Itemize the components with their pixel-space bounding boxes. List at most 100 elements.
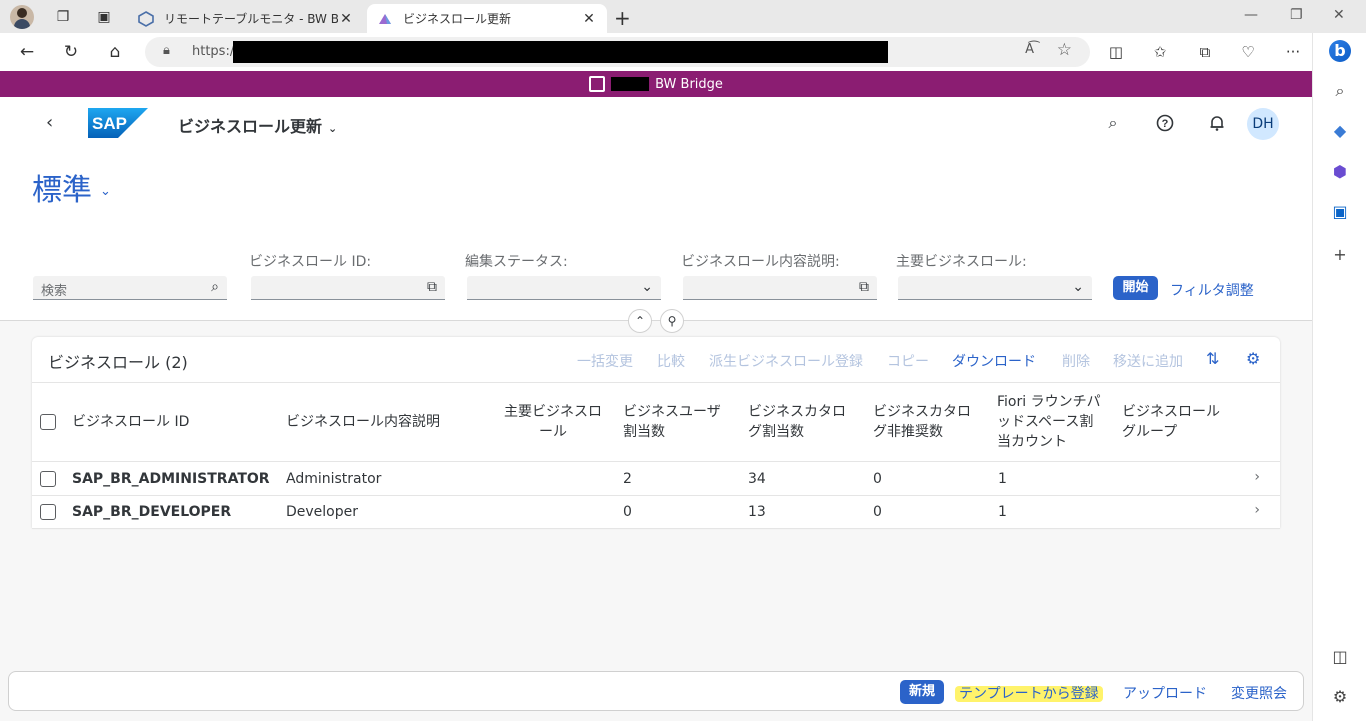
office-icon[interactable]: ⬢ bbox=[1329, 161, 1351, 183]
copy-button[interactable]: コピー bbox=[887, 351, 929, 371]
variant-selector[interactable]: 標準 ⌄ bbox=[32, 165, 111, 209]
back-arrow-icon[interactable]: ← bbox=[16, 41, 38, 63]
change-log-button[interactable]: 変更照会 bbox=[1231, 683, 1287, 703]
col-fiori-count-line: ッドスペース割 bbox=[997, 414, 1094, 430]
cell-role-id: SAP_BR_DEVELOPER bbox=[72, 504, 232, 520]
table-settings-gear-icon[interactable]: ⚙ bbox=[1246, 349, 1260, 368]
col-deprecated-count[interactable]: ビジネスカタロ グ非推奨数 bbox=[873, 402, 971, 442]
user-avatar[interactable]: DH bbox=[1247, 108, 1279, 140]
search-input[interactable]: 検索 ⌕ bbox=[33, 276, 227, 300]
row-navigation-chevron-icon[interactable]: › bbox=[1254, 469, 1260, 485]
cell-catalog-count: 13 bbox=[748, 504, 766, 520]
business-roles-table: ビジネスロール (2) 一括変更 比較 派生ビジネスロール登録 コピー ダウンロ… bbox=[32, 337, 1280, 529]
edge-sidebar: b ⌕ ◆ ⬢ ▣ + ◫ ⚙ bbox=[1312, 33, 1366, 721]
col-user-count-line: ビジネスユーザ bbox=[623, 404, 721, 420]
select-all-checkbox[interactable] bbox=[40, 414, 56, 430]
go-button[interactable]: 開始 bbox=[1113, 276, 1158, 300]
table-title: ビジネスロール (2) bbox=[48, 353, 188, 372]
window-close-icon[interactable]: ✕ bbox=[1333, 7, 1345, 23]
browser-essentials-icon[interactable]: ♡ bbox=[1238, 42, 1258, 62]
col-group[interactable]: ビジネスロール グループ bbox=[1122, 402, 1220, 442]
add-to-transport-button[interactable]: 移送に追加 bbox=[1113, 351, 1183, 371]
description-label: ビジネスロール内容説明: bbox=[681, 254, 840, 270]
new-tab-icon[interactable]: + bbox=[614, 6, 631, 30]
download-button[interactable]: ダウンロード bbox=[952, 351, 1036, 371]
favorite-star-icon[interactable]: ☆ bbox=[1057, 40, 1072, 60]
cell-deprecated-count: 0 bbox=[873, 471, 882, 487]
cell-description: Developer bbox=[286, 504, 359, 520]
new-button[interactable]: 新規 bbox=[900, 680, 944, 704]
mass-change-button[interactable]: 一括変更 bbox=[577, 351, 633, 371]
description-field[interactable]: ⧉ bbox=[683, 276, 877, 300]
home-icon[interactable]: ⌂ bbox=[104, 41, 126, 63]
col-main-role-line: 主要ビジネスロ bbox=[504, 404, 602, 420]
search-icon[interactable]: ⌕ bbox=[1329, 80, 1351, 102]
col-main-role[interactable]: 主要ビジネスロ ール bbox=[504, 402, 602, 442]
value-help-icon[interactable]: ⧉ bbox=[859, 279, 869, 295]
search-icon[interactable]: ⌕ bbox=[1101, 111, 1125, 135]
tab-close-icon[interactable]: ✕ bbox=[338, 11, 354, 27]
back-chevron-icon[interactable]: ‹ bbox=[46, 112, 53, 133]
pin-header-icon[interactable]: ⚲ bbox=[660, 309, 684, 333]
row-navigation-chevron-icon[interactable]: › bbox=[1254, 502, 1260, 518]
tab-close-icon[interactable]: ✕ bbox=[581, 11, 597, 27]
row-checkbox[interactable] bbox=[40, 471, 56, 487]
collections-icon[interactable]: ⧉ bbox=[1195, 42, 1215, 62]
col-fiori-count[interactable]: Fiori ラウンチパ ッドスペース割 当カウント bbox=[997, 392, 1101, 452]
cell-fiori-count: 1 bbox=[998, 471, 1007, 487]
edit-status-select[interactable]: ⌄ bbox=[467, 276, 661, 300]
more-menu-icon[interactable]: ··· bbox=[1283, 42, 1303, 62]
table-header-row: ビジネスロール ID ビジネスロール内容説明 主要ビジネスロ ール ビジネスユー… bbox=[32, 382, 1280, 462]
main-role-select[interactable]: ⌄ bbox=[898, 276, 1092, 300]
table-row[interactable]: SAP_BR_DEVELOPER Developer 0 13 0 1 › bbox=[32, 496, 1280, 529]
table-row[interactable]: SAP_BR_ADMINISTRATOR Administrator 2 34 … bbox=[32, 463, 1280, 496]
add-sidebar-app-icon[interactable]: + bbox=[1329, 244, 1351, 266]
value-help-icon[interactable]: ⧉ bbox=[427, 279, 437, 295]
col-user-count[interactable]: ビジネスユーザ 割当数 bbox=[623, 402, 721, 442]
notifications-bell-icon[interactable] bbox=[1205, 111, 1229, 135]
footer-toolbar: 新規 テンプレートから登録 アップロード 変更照会 bbox=[8, 671, 1304, 711]
outlook-icon[interactable]: ▣ bbox=[1329, 201, 1351, 223]
sidebar-panel-icon[interactable]: ◫ bbox=[1329, 646, 1351, 668]
svg-text:?: ? bbox=[1162, 118, 1169, 130]
edit-status-label: 編集ステータス: bbox=[465, 254, 568, 270]
refresh-icon[interactable]: ↻ bbox=[60, 41, 82, 63]
restore-icon[interactable]: ❐ bbox=[1290, 7, 1303, 23]
cell-description: Administrator bbox=[286, 471, 382, 487]
role-id-field[interactable]: ⧉ bbox=[251, 276, 445, 300]
col-description[interactable]: ビジネスロール内容説明 bbox=[286, 412, 440, 432]
minimize-icon[interactable]: — bbox=[1244, 7, 1258, 23]
profile-avatar-icon[interactable] bbox=[10, 5, 34, 29]
tab-remote-table-monitor[interactable]: リモートテーブルモニタ - BW Bridge (S ✕ bbox=[128, 4, 364, 33]
favorites-icon[interactable]: ✩ bbox=[1150, 42, 1170, 62]
read-aloud-icon[interactable]: A͡ bbox=[1025, 42, 1034, 57]
create-from-template-button[interactable]: テンプレートから登録 bbox=[955, 683, 1103, 703]
col-role-id[interactable]: ビジネスロール ID bbox=[72, 412, 189, 432]
lock-icon: 🔒︎ bbox=[163, 43, 170, 58]
derive-role-button[interactable]: 派生ビジネスロール登録 bbox=[709, 351, 863, 371]
tab-business-role-maintenance[interactable]: ビジネスロール更新 ✕ bbox=[367, 4, 607, 33]
split-screen-icon[interactable]: ◫ bbox=[1106, 42, 1126, 62]
app-title-menu[interactable]: ビジネスロール更新 ⌄ bbox=[178, 113, 337, 137]
row-checkbox[interactable] bbox=[40, 504, 56, 520]
tab-actions-icon[interactable]: ▣ bbox=[95, 8, 113, 26]
settings-gear-icon[interactable]: ⚙ bbox=[1329, 686, 1351, 708]
shopping-tag-icon[interactable]: ◆ bbox=[1329, 120, 1351, 142]
chevron-down-icon: ⌄ bbox=[100, 184, 111, 199]
help-icon[interactable]: ? bbox=[1153, 111, 1177, 135]
sort-icon[interactable]: ⇅ bbox=[1206, 349, 1219, 368]
col-catalog-count[interactable]: ビジネスカタロ グ割当数 bbox=[748, 402, 846, 442]
col-group-line: グループ bbox=[1122, 424, 1178, 440]
workspaces-icon[interactable]: ❐ bbox=[54, 8, 72, 26]
collapse-header-icon[interactable]: ⌃ bbox=[628, 309, 652, 333]
delete-button[interactable]: 削除 bbox=[1062, 351, 1090, 371]
upload-button[interactable]: アップロード bbox=[1123, 683, 1207, 703]
adapt-filters-link[interactable]: フィルタ調整 bbox=[1170, 280, 1254, 300]
url-bar[interactable]: 🔒︎ https:// A͡ ☆ bbox=[145, 37, 1090, 67]
sap-favicon-icon bbox=[138, 10, 154, 27]
sap-logo[interactable]: SAP bbox=[88, 108, 148, 138]
address-toolbar: ← ↻ ⌂ 🔒︎ https:// A͡ ☆ ◫ ✩ ⧉ ♡ ··· bbox=[0, 33, 1312, 71]
compare-button[interactable]: 比較 bbox=[657, 351, 685, 371]
system-bar: BW Bridge bbox=[0, 71, 1312, 97]
bing-copilot-icon[interactable]: b bbox=[1329, 40, 1351, 62]
